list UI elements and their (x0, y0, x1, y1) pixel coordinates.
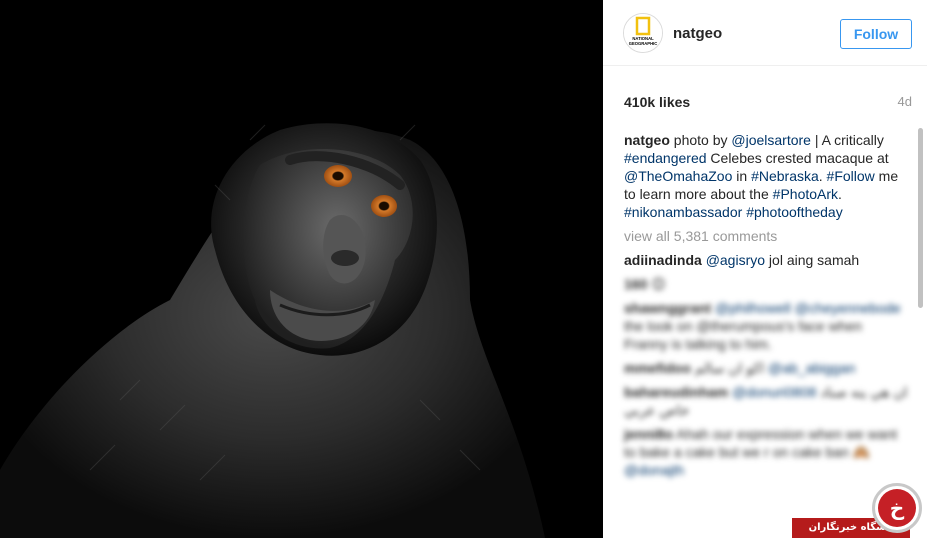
comment-text: 😊 (647, 276, 666, 292)
comment-mention[interactable]: @donajth (624, 462, 684, 478)
comment-author[interactable]: adiinadinda (624, 252, 702, 268)
badge-logo-glyph: خ (878, 489, 916, 527)
comment-text: the look on @therumpous's face when Fran… (624, 318, 862, 352)
comment-author[interactable]: bahareudinham (624, 384, 728, 400)
post-header: NATIONAL GEOGRAPHIC natgeo Follow (603, 0, 927, 66)
post-username[interactable]: natgeo (673, 25, 722, 42)
caption-text: . (838, 186, 842, 202)
follow-button[interactable]: Follow (840, 19, 912, 49)
caption-mention[interactable]: @TheOmahaZoo (624, 168, 732, 184)
list-item: adiinadinda @agisryo jol aing samah (624, 251, 908, 269)
badge-logo-icon: خ (872, 483, 922, 533)
caption-hashtag[interactable]: #PhotoArk (773, 186, 838, 202)
caption-hashtag[interactable]: #Follow (827, 168, 875, 184)
comment-mention[interactable]: @donuri0808 (732, 384, 816, 400)
avatar-text-line-2: GEOGRAPHIC (629, 41, 658, 46)
view-all-comments-link[interactable]: view all 5,381 comments (624, 227, 908, 245)
caption-text: in (732, 168, 752, 184)
watermark-badge: باشگاه خبرنگاران خ (792, 481, 927, 538)
comment-mention[interactable]: @philhowell @cheyennebode (715, 300, 901, 316)
caption-text: . (818, 168, 827, 184)
post-photo[interactable] (0, 0, 603, 538)
post-age[interactable]: 4d (898, 94, 912, 109)
comment-text: اكو ان سالم (690, 360, 765, 376)
caption-text: photo by (669, 132, 732, 148)
comment-mention[interactable]: @ab_abiggan (768, 360, 855, 376)
likes-count[interactable]: 410k likes (624, 94, 690, 110)
caption-hashtag[interactable]: #Nebraska (751, 168, 819, 184)
comment-author[interactable]: mmefidoo (624, 360, 691, 376)
comment-author[interactable]: 160 (624, 276, 647, 292)
post-sidebar: NATIONAL GEOGRAPHIC natgeo Follow 410k l… (603, 0, 927, 538)
comment-author[interactable]: shawnggrant (624, 300, 711, 316)
list-item: shawnggrant @philhowell @cheyennebode th… (624, 299, 908, 353)
list-item: mmefidoo اكو ان سالم @ab_abiggan (624, 359, 908, 377)
list-item: jenni8o Ahah our expression when we want… (624, 425, 908, 479)
caption-author[interactable]: natgeo (624, 132, 670, 148)
comment-author[interactable]: jenni8o (624, 426, 673, 442)
list-item: bahareudinham @donuri0808 ان هي ينه صناد… (624, 383, 908, 419)
caption-text: Celebes crested macaque at (706, 150, 889, 166)
macaque-photo (0, 0, 603, 538)
scrollbar-thumb[interactable] (918, 128, 923, 308)
likes-row: 410k likes 4d (624, 94, 912, 114)
comment-text: jol aing samah (765, 252, 860, 268)
comment-mention[interactable]: @agisryo (706, 252, 765, 268)
avatar[interactable]: NATIONAL GEOGRAPHIC (623, 13, 663, 53)
caption-hashtag[interactable]: #nikonambassador (624, 204, 742, 220)
caption-mention[interactable]: @joelsartore (731, 132, 811, 148)
national-geographic-logo-icon: NATIONAL GEOGRAPHIC (624, 14, 662, 52)
caption-text: | A critically (810, 132, 884, 148)
post-caption: natgeo photo by @joelsartore | A critica… (624, 131, 908, 221)
caption-hashtag[interactable]: #photooftheday (746, 204, 843, 220)
comments-scrollbar[interactable] (916, 125, 925, 538)
caption-hashtag[interactable]: #endangered (624, 150, 707, 166)
list-item: 160 😊 (624, 275, 908, 293)
comments-list: natgeo photo by @joelsartore | A critica… (624, 131, 908, 479)
